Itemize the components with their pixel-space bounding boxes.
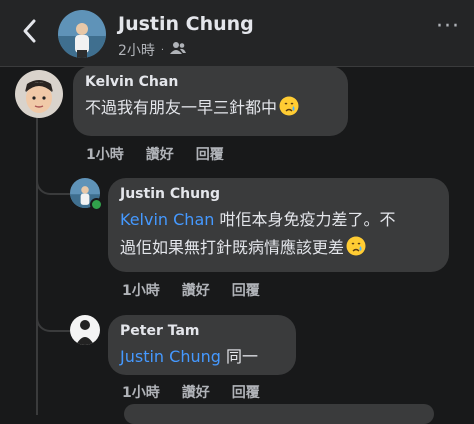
- comment-actions: 1小時 讚好 回覆: [86, 144, 224, 164]
- poster-name[interactable]: Justin Chung: [118, 13, 254, 35]
- comment-time[interactable]: 1小時: [122, 280, 160, 300]
- comment-text: 不過我有朋友一早三針都中: [85, 94, 334, 125]
- comment-author[interactable]: Justin Chung: [120, 186, 435, 202]
- post-meta: 2小時 ·: [118, 40, 187, 60]
- comment-bubble: Justin Chung Kelvin Chan 咁佢本身免疫力差了。不 過佢如…: [108, 178, 449, 272]
- next-comment-bubble: [124, 404, 434, 424]
- comment-text: Kelvin Chan 咁佢本身免疫力差了。不 過佢如果無打針既病情應該更差: [120, 206, 435, 265]
- comment-author[interactable]: Peter Tam: [120, 323, 282, 339]
- online-status-dot: [90, 198, 103, 211]
- like-button[interactable]: 讚好: [182, 280, 210, 300]
- comment-actions: 1小時 讚好 回覆: [122, 382, 260, 402]
- top-bar: Justin Chung 2小時 · ···: [0, 0, 474, 67]
- comment-time[interactable]: 1小時: [122, 382, 160, 402]
- mention-link[interactable]: Kelvin Chan: [120, 210, 214, 229]
- mention-link[interactable]: Justin Chung: [120, 347, 221, 366]
- reply-button[interactable]: 回覆: [232, 382, 260, 402]
- comment-bubble: Kelvin Chan 不過我有朋友一早三針都中: [73, 66, 348, 136]
- reply-button[interactable]: 回覆: [232, 280, 260, 300]
- thread-branch: [36, 150, 70, 195]
- post-time[interactable]: 2小時: [118, 40, 155, 60]
- reply-button[interactable]: 回覆: [196, 144, 224, 164]
- more-options-icon[interactable]: ···: [436, 16, 460, 38]
- poster-avatar[interactable]: [58, 10, 106, 58]
- sad-crying-face-icon: [346, 236, 366, 265]
- comment-bubble: Peter Tam Justin Chung 同一: [108, 315, 296, 375]
- meta-separator: ·: [160, 44, 165, 56]
- like-button[interactable]: 讚好: [182, 382, 210, 402]
- thread-branch: [36, 300, 70, 332]
- commenter-avatar[interactable]: [15, 70, 63, 118]
- comment-actions: 1小時 讚好 回覆: [122, 280, 260, 300]
- comment-text: Justin Chung 同一: [120, 347, 258, 366]
- comment-author[interactable]: Kelvin Chan: [85, 74, 334, 90]
- comment-time[interactable]: 1小時: [86, 144, 124, 164]
- like-button[interactable]: 讚好: [146, 144, 174, 164]
- back-chevron-icon[interactable]: [18, 16, 42, 46]
- friends-privacy-icon: [170, 41, 187, 59]
- sad-crying-face-icon: [279, 96, 299, 125]
- commenter-avatar[interactable]: [70, 315, 100, 345]
